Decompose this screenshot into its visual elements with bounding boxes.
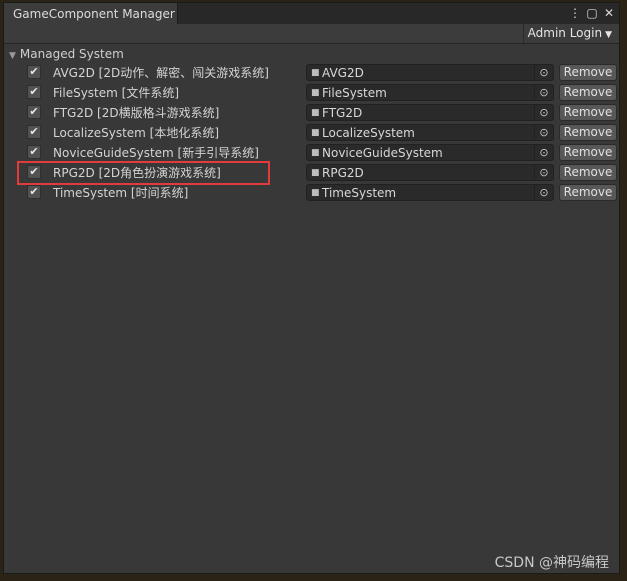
system-enabled-checkbox[interactable]: ✔ — [27, 85, 41, 99]
system-row: ✔ TimeSystem [时间系统] ■ TimeSystem ⊙ Remove — [4, 183, 619, 203]
system-object-value: FileSystem — [322, 86, 387, 100]
check-icon: ✔ — [29, 185, 39, 198]
remove-button[interactable]: Remove — [559, 124, 617, 141]
system-object-field[interactable]: ■ FileSystem ⊙ — [306, 84, 554, 101]
highlight-box — [17, 161, 270, 185]
system-object-field[interactable]: ■ NoviceGuideSystem ⊙ — [306, 144, 554, 161]
remove-button[interactable]: Remove — [559, 184, 617, 201]
object-picker-icon[interactable]: ⊙ — [534, 105, 553, 120]
maximize-icon[interactable]: ▢ — [586, 5, 598, 21]
window-controls: ⋮ ▢ ✕ — [569, 5, 615, 21]
object-picker-icon[interactable]: ⊙ — [534, 85, 553, 100]
folder-icon: ■ — [311, 88, 320, 98]
folder-icon: ■ — [311, 108, 320, 118]
check-icon: ✔ — [29, 125, 39, 138]
tab-game-component-manager[interactable]: GameComponent Manager — [4, 3, 178, 24]
admin-login-dropdown[interactable]: Admin Login ▼ — [522, 24, 616, 43]
check-icon: ✔ — [29, 65, 39, 78]
object-picker-icon[interactable]: ⊙ — [534, 185, 553, 200]
remove-button[interactable]: Remove — [559, 64, 617, 81]
system-object-value: FTG2D — [322, 106, 363, 120]
check-icon: ✔ — [29, 145, 39, 158]
system-label: FileSystem [文件系统] — [53, 86, 180, 100]
system-object-value: AVG2D — [322, 66, 364, 80]
system-row: ✔ AVG2D [2D动作、解密、闯关游戏系统] ■ AVG2D ⊙ Remove — [4, 63, 619, 83]
system-row: ✔ FTG2D [2D横版格斗游戏系统] ■ FTG2D ⊙ Remove — [4, 103, 619, 123]
watermark: CSDN @神码编程 — [494, 555, 609, 571]
folder-icon: ■ — [311, 68, 320, 78]
system-object-field[interactable]: ■ FTG2D ⊙ — [306, 104, 554, 121]
system-label: TimeSystem [时间系统] — [53, 186, 189, 200]
admin-login-label: Admin Login — [527, 26, 603, 40]
system-object-field[interactable]: ■ LocalizeSystem ⊙ — [306, 124, 554, 141]
system-enabled-checkbox[interactable]: ✔ — [27, 145, 41, 159]
remove-button[interactable]: Remove — [559, 144, 617, 161]
system-label: FTG2D [2D横版格斗游戏系统] — [53, 106, 220, 120]
more-icon[interactable]: ⋮ — [569, 5, 581, 21]
system-object-value: RPG2D — [322, 166, 364, 180]
close-icon[interactable]: ✕ — [603, 5, 615, 21]
system-row: ✔ NoviceGuideSystem [新手引导系统] ■ NoviceGuideS… — [4, 143, 619, 163]
game-component-manager-window: GameComponent Manager ⋮ ▢ ✕ Admin Login ▼… — [3, 2, 620, 574]
managed-system-foldout[interactable]: ▼ Managed System — [9, 46, 124, 62]
system-label: LocalizeSystem [本地化系统] — [53, 126, 220, 140]
system-row: ✔ LocalizeSystem [本地化系统] ■ LocalizeSystem ⊙ R… — [4, 123, 619, 143]
check-icon: ✔ — [29, 85, 39, 98]
toolbar: Admin Login ▼ — [4, 24, 619, 44]
remove-button[interactable]: Remove — [559, 164, 617, 181]
check-icon: ✔ — [29, 105, 39, 118]
system-object-field[interactable]: ■ AVG2D ⊙ — [306, 64, 554, 81]
object-picker-icon[interactable]: ⊙ — [534, 145, 553, 160]
system-enabled-checkbox[interactable]: ✔ — [27, 125, 41, 139]
object-picker-icon[interactable]: ⊙ — [534, 125, 553, 140]
foldout-arrow-icon: ▼ — [9, 51, 16, 61]
remove-button[interactable]: Remove — [559, 104, 617, 121]
system-row: ✔ FileSystem [文件系统] ■ FileSystem ⊙ Remove — [4, 83, 619, 103]
system-enabled-checkbox[interactable]: ✔ — [27, 65, 41, 79]
folder-icon: ■ — [311, 168, 320, 178]
system-object-value: LocalizeSystem — [322, 126, 415, 140]
object-picker-icon[interactable]: ⊙ — [534, 65, 553, 80]
folder-icon: ■ — [311, 128, 320, 138]
system-enabled-checkbox[interactable]: ✔ — [27, 185, 41, 199]
system-object-value: TimeSystem — [322, 186, 397, 200]
system-label: NoviceGuideSystem [新手引导系统] — [53, 146, 259, 160]
folder-icon: ■ — [311, 148, 320, 158]
chevron-down-icon: ▼ — [605, 30, 612, 40]
object-picker-icon[interactable]: ⊙ — [534, 165, 553, 180]
system-object-value: NoviceGuideSystem — [322, 146, 443, 160]
system-object-field[interactable]: ■ RPG2D ⊙ — [306, 164, 554, 181]
system-object-field[interactable]: ■ TimeSystem ⊙ — [306, 184, 554, 201]
system-enabled-checkbox[interactable]: ✔ — [27, 105, 41, 119]
section-title: Managed System — [19, 47, 124, 61]
folder-icon: ■ — [311, 188, 320, 198]
remove-button[interactable]: Remove — [559, 84, 617, 101]
system-label: AVG2D [2D动作、解密、闯关游戏系统] — [53, 66, 269, 80]
tab-bar: GameComponent Manager ⋮ ▢ ✕ — [4, 3, 619, 25]
